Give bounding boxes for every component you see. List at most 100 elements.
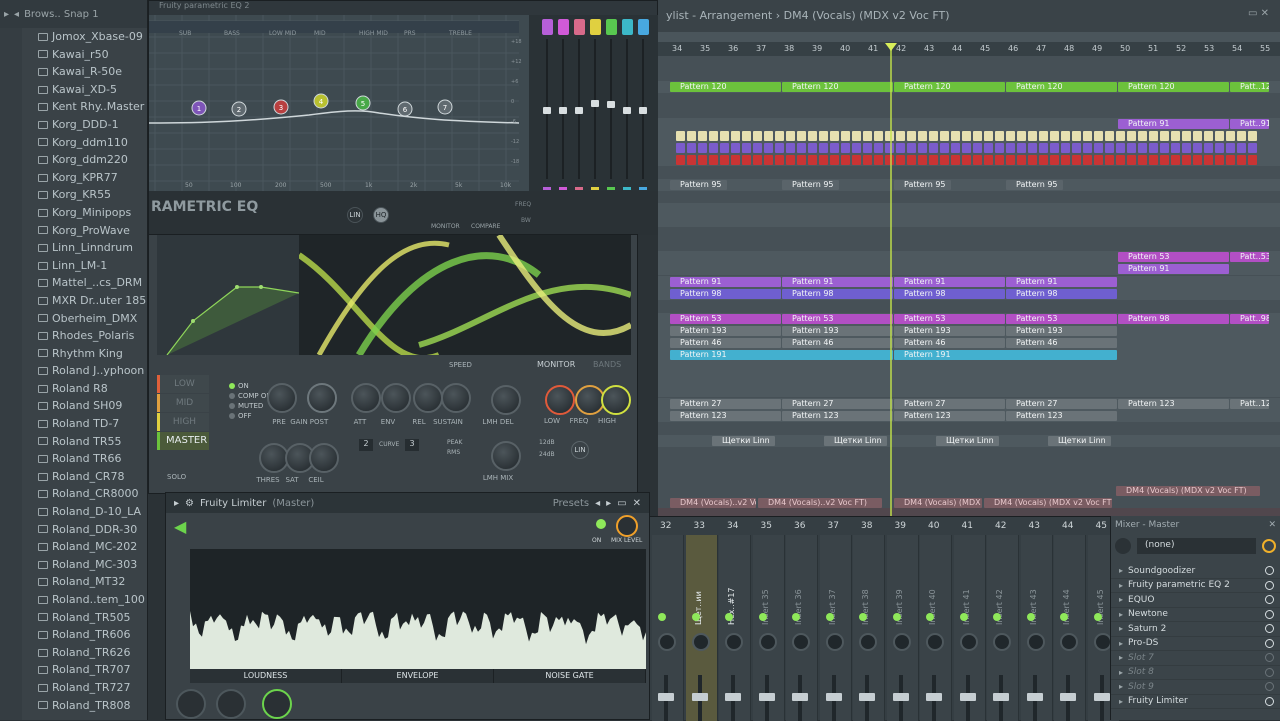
pattern-clip[interactable] xyxy=(1138,131,1147,141)
pattern-clip[interactable] xyxy=(676,131,685,141)
pattern-clip[interactable]: Pattern 120 xyxy=(670,82,781,92)
pattern-clip[interactable]: Pattern 120 xyxy=(894,82,1005,92)
pan-knob[interactable] xyxy=(691,633,710,651)
browser-item[interactable]: Roland_TR505 xyxy=(38,609,147,627)
pattern-clip[interactable] xyxy=(1050,131,1059,141)
slot-mix-knob[interactable] xyxy=(1265,566,1274,576)
browser-item[interactable]: Rhodes_Polaris xyxy=(38,327,147,345)
volume-fader[interactable] xyxy=(926,693,942,701)
pattern-clip[interactable] xyxy=(764,131,773,141)
mixer-insert[interactable]: Insert 40 xyxy=(920,535,952,721)
pattern-clip[interactable] xyxy=(1127,143,1136,153)
pattern-clip[interactable]: Pattern 46 xyxy=(1006,338,1117,348)
insert-enable-led[interactable] xyxy=(1026,613,1035,621)
pattern-clip[interactable] xyxy=(940,155,949,165)
compressor-curve[interactable] xyxy=(157,235,300,356)
pattern-clip[interactable]: Pattern 123 xyxy=(1118,399,1229,409)
pattern-clip[interactable] xyxy=(1017,155,1026,165)
next-preset-icon[interactable]: ▸ xyxy=(606,498,611,509)
slot-expand-icon[interactable]: ▸ xyxy=(1119,610,1123,619)
pattern-clip[interactable] xyxy=(764,143,773,153)
pattern-clip[interactable] xyxy=(973,131,982,141)
pattern-clip[interactable] xyxy=(1072,143,1081,153)
pattern-clip[interactable]: Pattern 27 xyxy=(670,399,781,409)
curve-b-field[interactable]: 3 xyxy=(405,439,419,451)
pattern-clip[interactable] xyxy=(808,143,817,153)
slot-expand-icon[interactable]: ▸ xyxy=(1119,595,1123,604)
band-color-tab[interactable] xyxy=(574,19,585,35)
effect-slot[interactable]: ▸ Fruity Limiter xyxy=(1111,695,1280,709)
pattern-clip[interactable] xyxy=(808,131,817,141)
knob-env[interactable] xyxy=(381,383,411,413)
limiter-tab-1[interactable]: ENVELOPE xyxy=(342,669,494,683)
pattern-clip[interactable] xyxy=(1160,143,1169,153)
pattern-clip[interactable] xyxy=(1039,131,1048,141)
pattern-clip[interactable] xyxy=(852,155,861,165)
pattern-clip[interactable] xyxy=(995,143,1004,153)
audio-clip[interactable]: DM4 (Vocals) (MDX v2 Voc FT) xyxy=(894,498,982,508)
pattern-clip[interactable] xyxy=(687,143,696,153)
pattern-clip[interactable] xyxy=(1215,131,1224,141)
pattern-clip[interactable] xyxy=(962,131,971,141)
pattern-clip[interactable] xyxy=(896,155,905,165)
pattern-clip[interactable]: Pattern 91 xyxy=(1118,119,1229,129)
pattern-clip[interactable] xyxy=(907,131,916,141)
pattern-clip[interactable] xyxy=(1006,143,1015,153)
browser-item[interactable]: Mattel_..cs_DRM xyxy=(38,274,147,292)
pattern-clip[interactable] xyxy=(830,131,839,141)
audio-clip[interactable]: DM4 (Vocals) (MDX v2 Voc FT) xyxy=(984,498,1112,508)
pattern-clip[interactable] xyxy=(1193,155,1202,165)
pattern-clip[interactable] xyxy=(1006,131,1015,141)
browser-item[interactable]: Roland TD-7 xyxy=(38,415,147,433)
pattern-clip[interactable]: Pattern 95 xyxy=(670,180,727,190)
eq-hq-button[interactable]: HQ xyxy=(373,207,389,223)
pattern-clip[interactable] xyxy=(896,131,905,141)
solo-button[interactable]: SOLO xyxy=(167,473,186,481)
pattern-clip[interactable] xyxy=(1215,143,1224,153)
pattern-clip[interactable] xyxy=(1028,143,1037,153)
pattern-clip[interactable] xyxy=(929,131,938,141)
slot-expand-icon[interactable]: ▸ xyxy=(1119,566,1123,575)
pattern-clip[interactable] xyxy=(1182,143,1191,153)
mixer-insert[interactable]: Insert 39 xyxy=(886,535,919,721)
pattern-clip[interactable]: Щетки Linn xyxy=(824,436,887,446)
menu-icon[interactable]: ▸ xyxy=(4,9,9,20)
mixer-insert[interactable]: Insert 42 xyxy=(987,535,1019,721)
knob-rel[interactable] xyxy=(413,383,443,413)
pattern-clip[interactable] xyxy=(1149,143,1158,153)
pattern-clip[interactable] xyxy=(808,155,817,165)
pattern-clip[interactable] xyxy=(775,155,784,165)
pattern-clip[interactable]: Pattern 91 xyxy=(894,277,1005,287)
slot-mix-knob[interactable] xyxy=(1265,609,1274,619)
effect-slot[interactable]: ▸ Saturn 2 xyxy=(1111,622,1280,637)
slot-mix-knob[interactable] xyxy=(1265,696,1274,706)
pattern-clip[interactable] xyxy=(1116,143,1125,153)
browser-item[interactable]: Korg_DDD-1 xyxy=(38,116,147,134)
browser-item[interactable]: Roland_CR78 xyxy=(38,468,147,486)
volume-fader[interactable] xyxy=(892,693,909,701)
pattern-clip[interactable]: Pattern 53 xyxy=(670,314,781,324)
slot-expand-icon[interactable]: ▸ xyxy=(1119,639,1123,648)
pattern-clip[interactable] xyxy=(929,155,938,165)
pattern-clip[interactable]: Pattern 120 xyxy=(1118,82,1229,92)
pattern-clip[interactable] xyxy=(720,131,729,141)
browser-item[interactable]: Roland_TR808 xyxy=(38,697,147,715)
browser-item[interactable]: Roland_D-10_LA xyxy=(38,503,147,521)
pattern-clip[interactable]: Pattern 95 xyxy=(1006,180,1063,190)
pattern-clip[interactable] xyxy=(896,143,905,153)
insert-enable-led[interactable] xyxy=(658,613,666,621)
pattern-clip[interactable] xyxy=(698,143,707,153)
browser-item[interactable]: Roland_TR727 xyxy=(38,679,147,697)
browser-item[interactable]: Korg_ddm220 xyxy=(38,151,147,169)
pattern-clip[interactable] xyxy=(764,155,773,165)
browser-item[interactable]: Roland_TR606 xyxy=(38,626,147,644)
pattern-clip[interactable]: Pattern 53 xyxy=(782,314,893,324)
lin-button[interactable]: LIN xyxy=(571,441,589,459)
band-slider-handle[interactable] xyxy=(543,107,551,114)
browser-item[interactable]: Korg_KR55 xyxy=(38,186,147,204)
mixer-insert[interactable]: Insert 37 xyxy=(819,535,852,721)
volume-fader[interactable] xyxy=(1060,693,1076,701)
pattern-clip[interactable] xyxy=(995,155,1004,165)
pattern-clip[interactable]: Pattern 95 xyxy=(894,180,951,190)
browser-item[interactable]: Korg_ProWave xyxy=(38,222,147,240)
